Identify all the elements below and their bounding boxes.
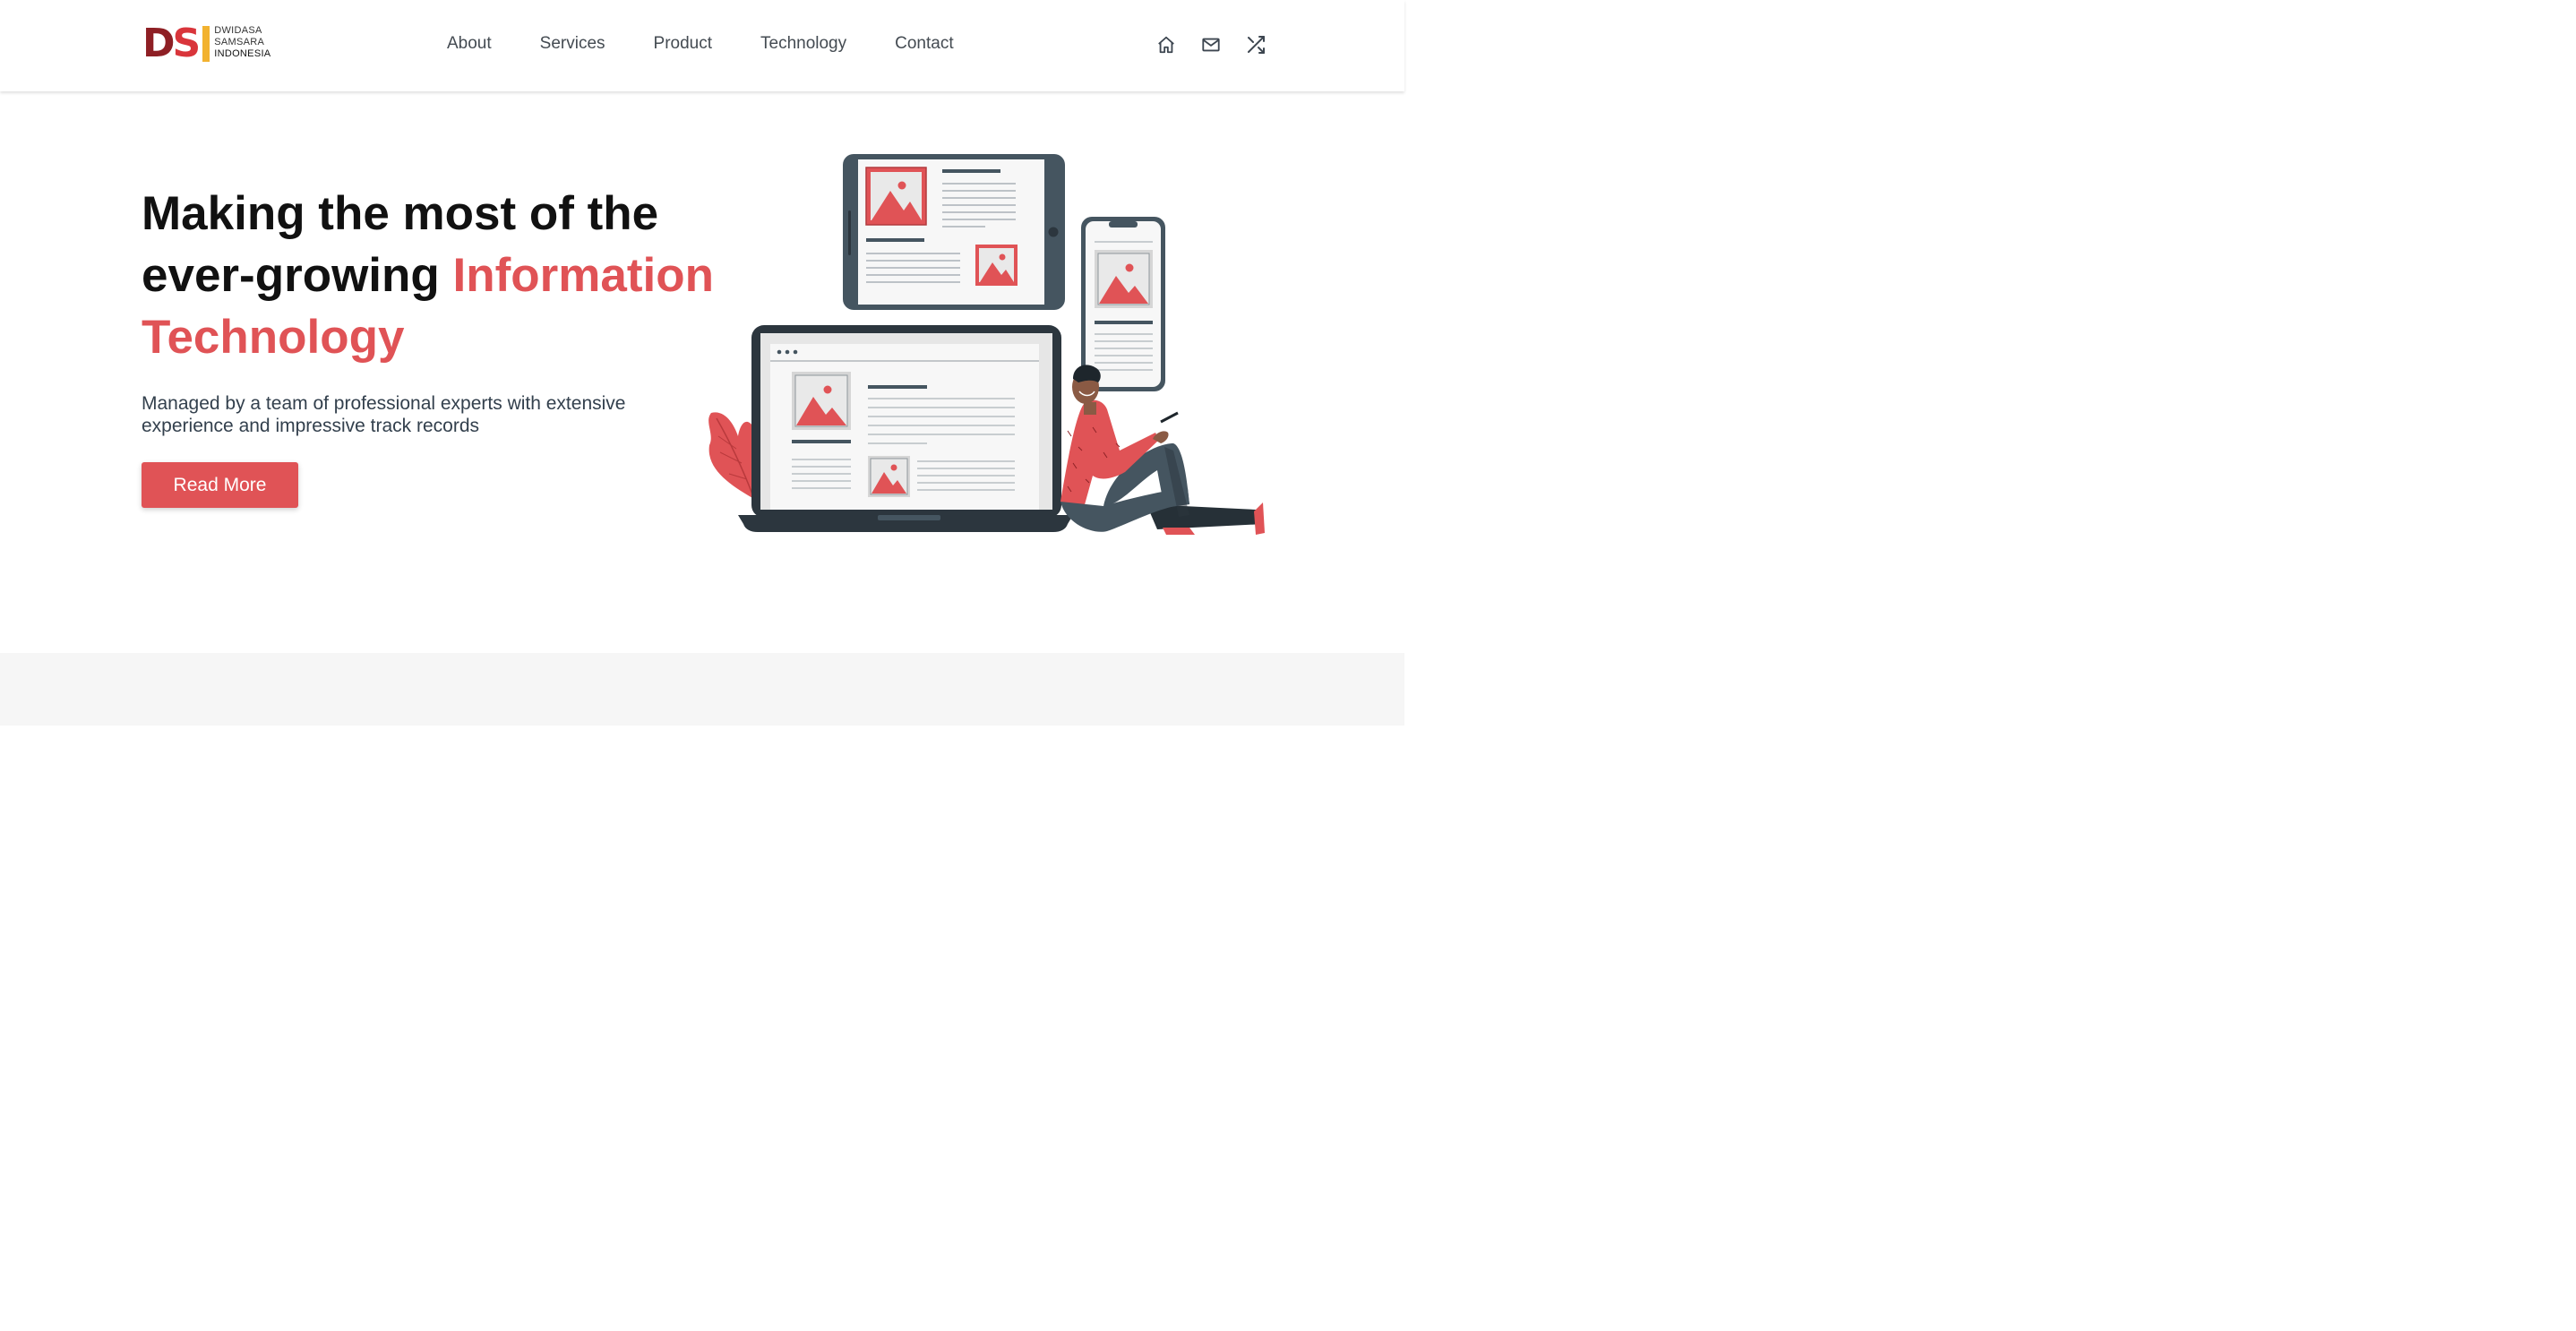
- person-illustration: [1060, 365, 1265, 535]
- home-icon[interactable]: [1155, 34, 1177, 56]
- logo-mark: DS: [142, 21, 201, 66]
- nav-product[interactable]: Product: [654, 32, 712, 56]
- hero-title-accent-2: Technology: [142, 311, 405, 364]
- nav-contact[interactable]: Contact: [895, 32, 953, 56]
- logo-wordmark: DWIDASA SAMSARA INDONESIA: [214, 25, 270, 60]
- logo-line-2: SAMSARA: [214, 37, 265, 47]
- header-icon-group: [1132, 34, 1267, 56]
- tablet-illustration: [843, 154, 1065, 310]
- laptop-illustration: [738, 325, 1073, 532]
- nav-about[interactable]: About: [447, 32, 492, 56]
- hero-title: Making the most of the ever-growing Info…: [142, 183, 715, 368]
- hero-title-line-1: Making the most of the: [142, 187, 659, 240]
- nav-services[interactable]: Services: [540, 32, 605, 56]
- nav-technology[interactable]: Technology: [760, 32, 846, 56]
- next-section-band: [0, 653, 1404, 726]
- hero-illustration: [699, 148, 1272, 542]
- main-nav: About Services Product Technology Contac…: [447, 32, 954, 56]
- shuffle-icon[interactable]: [1245, 34, 1267, 56]
- company-logo[interactable]: DS DWIDASA SAMSARA INDONESIA: [142, 21, 270, 66]
- leaf-illustration: [708, 412, 756, 500]
- hero-title-line-2: ever-growing: [142, 249, 453, 302]
- logo-line-1: DWIDASA: [214, 25, 262, 36]
- site-header: DS DWIDASA SAMSARA INDONESIA About Servi…: [0, 0, 1404, 91]
- logo-line-3: INDONESIA: [214, 48, 271, 59]
- logo-bar-i: [202, 26, 210, 62]
- phone-illustration: [1081, 217, 1165, 391]
- page: DS DWIDASA SAMSARA INDONESIA About Servi…: [0, 0, 1404, 726]
- hero-subtitle: Managed by a team of professional expert…: [142, 393, 626, 436]
- read-more-button[interactable]: Read More: [142, 462, 298, 508]
- mail-icon[interactable]: [1200, 34, 1222, 56]
- hero-title-accent-1: Information: [452, 249, 714, 302]
- devices-person-illustration: [708, 154, 1265, 535]
